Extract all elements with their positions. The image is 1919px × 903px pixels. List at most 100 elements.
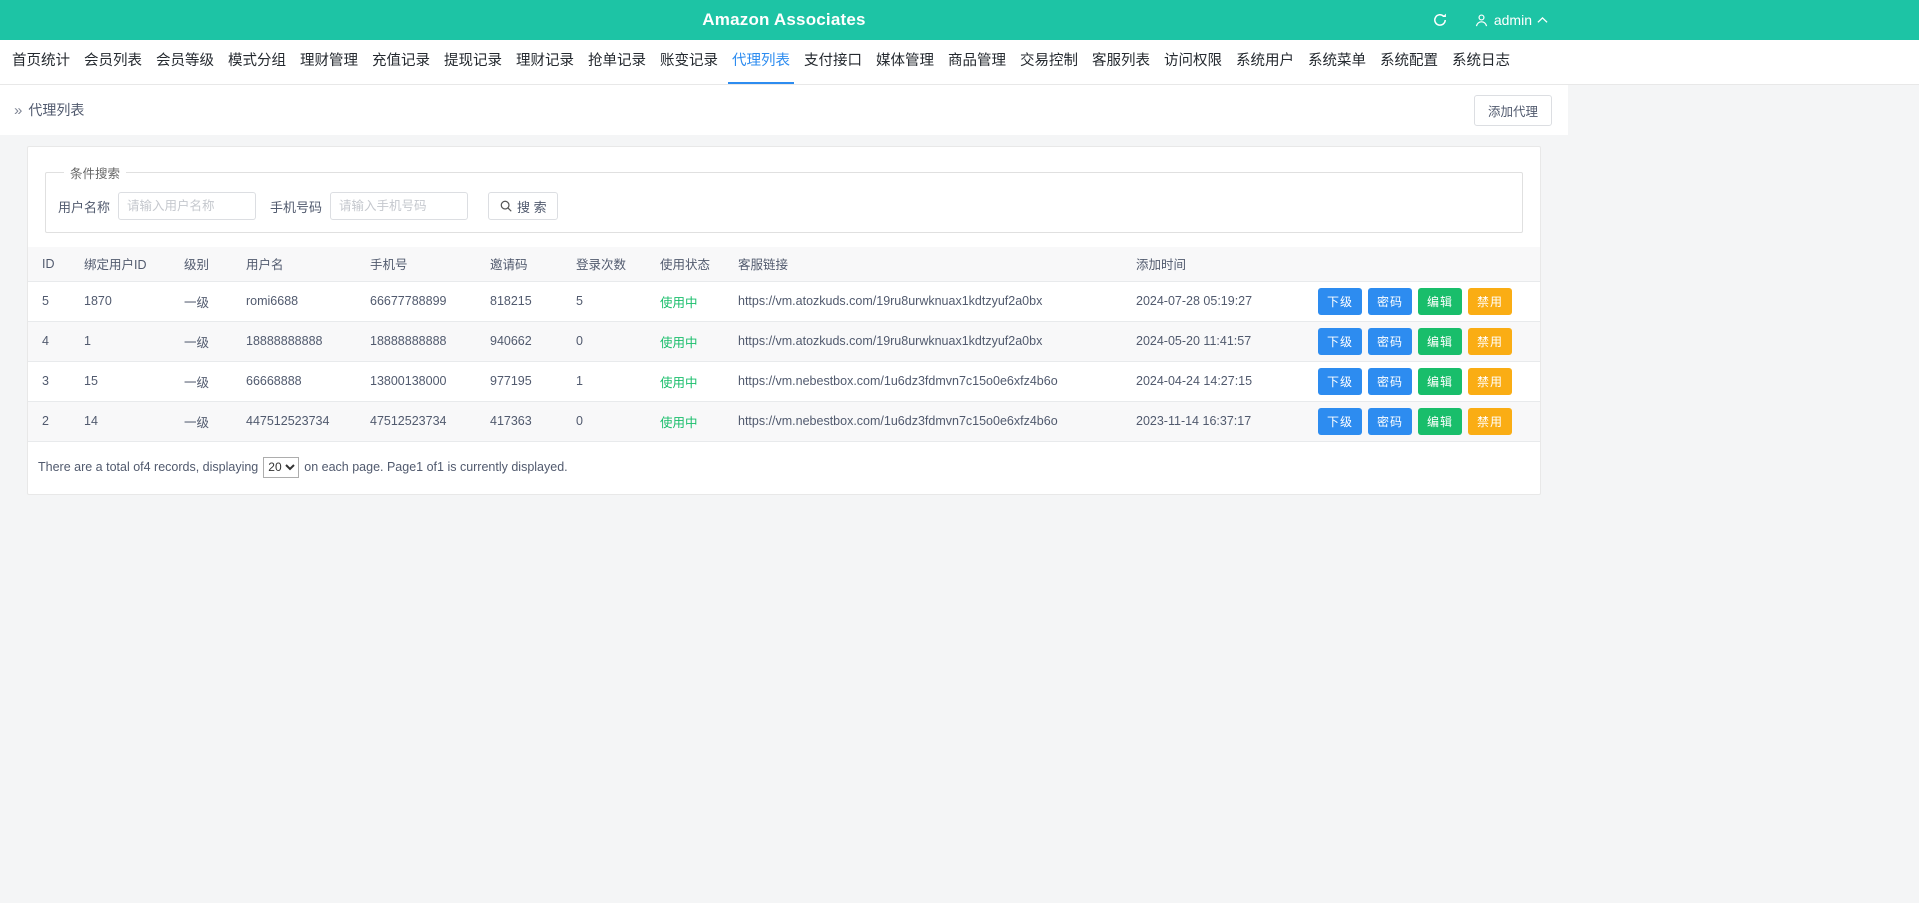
nav-item-mode-group[interactable]: 模式分组 bbox=[224, 40, 290, 84]
password-button[interactable]: 密码 bbox=[1367, 327, 1412, 355]
cell-invite-code: 818215 bbox=[482, 281, 568, 322]
nav-item-finance-manage[interactable]: 理财管理 bbox=[296, 40, 362, 84]
col-header: ID bbox=[28, 247, 76, 282]
cell-added-time: 2024-05-20 11:41:57 bbox=[1128, 321, 1290, 362]
edit-button[interactable]: 编辑 bbox=[1418, 287, 1463, 315]
nav-item-member-list[interactable]: 会员列表 bbox=[80, 40, 146, 84]
table-row: 3 15 一级 66668888 13800138000 977195 1 使用中 https:… bbox=[28, 361, 1540, 402]
cell-bind-user-id: 1 bbox=[76, 321, 176, 362]
cell-status: 使用中 bbox=[652, 321, 730, 362]
password-button[interactable]: 密码 bbox=[1367, 367, 1412, 395]
main-nav: 首页统计 会员列表 会员等级 模式分组 理财管理 充值记录 提现记录 理财记录 抢单记录 账变记录… bbox=[0, 40, 1919, 85]
cell-phone: 47512523734 bbox=[362, 401, 482, 442]
agents-table: ID 绑定用户ID 级别 用户名 手机号 邀请码 登录次数 使用状态 客服链接 添加时间 5 187… bbox=[28, 247, 1540, 442]
nav-item-trade-control[interactable]: 交易控制 bbox=[1016, 40, 1082, 84]
cell-id: 2 bbox=[28, 401, 76, 442]
pagination-total-text: There are a total of4 records, displayin… bbox=[38, 460, 259, 474]
edit-button[interactable]: 编辑 bbox=[1418, 327, 1463, 355]
cell-actions: 下级 密码 编辑 禁用 bbox=[1290, 281, 1540, 322]
breadcrumb-row: » 代理列表 添加代理 bbox=[0, 85, 1568, 135]
edit-button[interactable]: 编辑 bbox=[1418, 367, 1463, 395]
cell-phone: 18888888888 bbox=[362, 321, 482, 362]
cell-added-time: 2024-07-28 05:19:27 bbox=[1128, 281, 1290, 322]
col-header: 用户名 bbox=[238, 247, 362, 282]
add-agent-button[interactable]: 添加代理 bbox=[1473, 94, 1552, 126]
disable-button[interactable]: 禁用 bbox=[1468, 407, 1513, 435]
app-title: Amazon Associates bbox=[702, 10, 866, 29]
disable-button[interactable]: 禁用 bbox=[1468, 367, 1513, 395]
search-button[interactable]: 搜 索 bbox=[488, 192, 558, 220]
nav-item-account-change-records[interactable]: 账变记录 bbox=[656, 40, 722, 84]
cell-status: 使用中 bbox=[652, 281, 730, 322]
col-header: 邀请码 bbox=[482, 247, 568, 282]
cell-bind-user-id: 15 bbox=[76, 361, 176, 402]
search-button-label: 搜 索 bbox=[517, 199, 547, 215]
cell-service-link: https://vm.nebestbox.com/1u6dz3fdmvn7c15… bbox=[730, 401, 1128, 442]
edit-button[interactable]: 编辑 bbox=[1418, 407, 1463, 435]
cell-username: 66668888 bbox=[238, 361, 362, 402]
cell-invite-code: 940662 bbox=[482, 321, 568, 362]
nav-item-grab-order-records[interactable]: 抢单记录 bbox=[584, 40, 650, 84]
col-header: 级别 bbox=[176, 247, 238, 282]
cell-invite-code: 417363 bbox=[482, 401, 568, 442]
table-row: 2 14 一级 447512523734 47512523734 417363 0 使用中 ht… bbox=[28, 401, 1540, 442]
nav-item-service-list[interactable]: 客服列表 bbox=[1088, 40, 1154, 84]
col-header-actions bbox=[1290, 247, 1540, 282]
col-header: 使用状态 bbox=[652, 247, 730, 282]
cell-level: 一级 bbox=[176, 321, 238, 362]
cell-actions: 下级 密码 编辑 禁用 bbox=[1290, 401, 1540, 442]
cell-bind-user-id: 1870 bbox=[76, 281, 176, 322]
nav-item-system-logs[interactable]: 系统日志 bbox=[1448, 40, 1514, 84]
sub-agent-button[interactable]: 下级 bbox=[1317, 287, 1362, 315]
cell-service-link: https://vm.nebestbox.com/1u6dz3fdmvn7c15… bbox=[730, 361, 1128, 402]
pagination-after-text: on each page. Page1 of1 is currently dis… bbox=[304, 460, 568, 474]
table-row: 4 1 一级 18888888888 18888888888 940662 0 使用中 http… bbox=[28, 321, 1540, 362]
nav-item-product-manage[interactable]: 商品管理 bbox=[944, 40, 1010, 84]
user-menu[interactable]: admin bbox=[1474, 12, 1548, 28]
cell-id: 5 bbox=[28, 281, 76, 322]
pagination: There are a total of4 records, displayin… bbox=[28, 442, 1540, 494]
nav-item-member-level[interactable]: 会员等级 bbox=[152, 40, 218, 84]
cell-bind-user-id: 14 bbox=[76, 401, 176, 442]
nav-item-finance-records[interactable]: 理财记录 bbox=[512, 40, 578, 84]
nav-item-agent-list[interactable]: 代理列表 bbox=[728, 40, 794, 84]
cell-login-count: 5 bbox=[568, 281, 652, 322]
password-button[interactable]: 密码 bbox=[1367, 407, 1412, 435]
nav-item-recharge-records[interactable]: 充值记录 bbox=[368, 40, 434, 84]
cell-status: 使用中 bbox=[652, 401, 730, 442]
disable-button[interactable]: 禁用 bbox=[1468, 287, 1513, 315]
nav-item-media-manage[interactable]: 媒体管理 bbox=[872, 40, 938, 84]
search-panel-legend: 条件搜索 bbox=[70, 167, 121, 181]
nav-item-system-users[interactable]: 系统用户 bbox=[1232, 40, 1298, 84]
user-icon bbox=[1474, 13, 1489, 28]
nav-item-withdraw-records[interactable]: 提现记录 bbox=[440, 40, 506, 84]
password-button[interactable]: 密码 bbox=[1367, 287, 1412, 315]
breadcrumb: » 代理列表 bbox=[14, 100, 84, 120]
col-header: 手机号 bbox=[362, 247, 482, 282]
cell-level: 一级 bbox=[176, 361, 238, 402]
agent-list-card: 条件搜索 用户名称 手机号码 搜 索 bbox=[27, 146, 1541, 495]
refresh-icon[interactable] bbox=[1432, 12, 1448, 28]
phone-input[interactable] bbox=[330, 192, 469, 220]
page-size-select[interactable]: 20 bbox=[263, 456, 300, 478]
breadcrumb-label: 代理列表 bbox=[28, 102, 85, 118]
cell-id: 4 bbox=[28, 321, 76, 362]
nav-item-home-stats[interactable]: 首页统计 bbox=[8, 40, 74, 84]
cell-added-time: 2023-11-14 16:37:17 bbox=[1128, 401, 1290, 442]
sub-agent-button[interactable]: 下级 bbox=[1317, 407, 1362, 435]
disable-button[interactable]: 禁用 bbox=[1468, 327, 1513, 355]
cell-username: 447512523734 bbox=[238, 401, 362, 442]
sub-agent-button[interactable]: 下级 bbox=[1317, 367, 1362, 395]
nav-item-system-config[interactable]: 系统配置 bbox=[1376, 40, 1442, 84]
username-label: 用户名称 bbox=[58, 199, 111, 215]
cell-login-count: 0 bbox=[568, 321, 652, 362]
cell-invite-code: 977195 bbox=[482, 361, 568, 402]
username-input[interactable] bbox=[118, 192, 257, 220]
breadcrumb-icon: » bbox=[14, 101, 23, 119]
nav-item-system-menu[interactable]: 系统菜单 bbox=[1304, 40, 1370, 84]
search-panel: 条件搜索 用户名称 手机号码 搜 索 bbox=[45, 163, 1523, 233]
sub-agent-button[interactable]: 下级 bbox=[1317, 327, 1362, 355]
cell-login-count: 1 bbox=[568, 361, 652, 402]
nav-item-payment-api[interactable]: 支付接口 bbox=[800, 40, 866, 84]
nav-item-access-permission[interactable]: 访问权限 bbox=[1160, 40, 1226, 84]
